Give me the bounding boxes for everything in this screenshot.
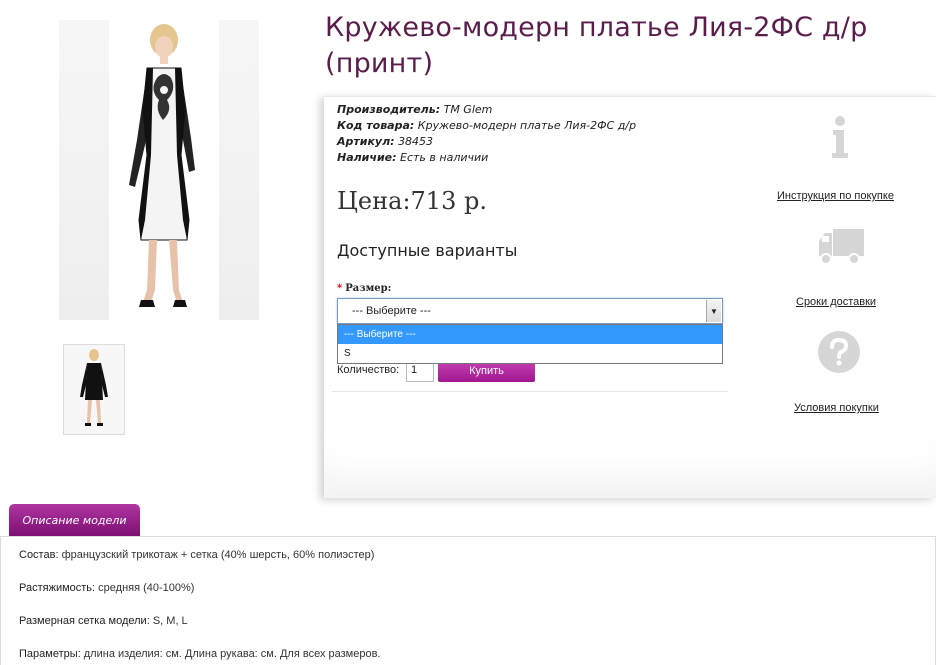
chevron-down-icon[interactable]: ▼ <box>706 300 721 322</box>
composition-value: французский трикотаж + сетка (40% шерсть… <box>61 549 375 561</box>
terms-link[interactable]: Условия покупки <box>794 402 879 414</box>
article-value: 38453 <box>398 135 434 148</box>
page-title: Кружево-модерн платье Лия-2ФС д/р (принт… <box>325 12 868 79</box>
product-meta: Производитель: ТМ Glem Код товара: Круже… <box>337 102 636 166</box>
availability-label: Наличие: <box>337 151 397 164</box>
question-icon[interactable] <box>817 330 861 374</box>
product-info-panel: Производитель: ТМ Glem Код товара: Круже… <box>324 96 936 498</box>
product-main-image[interactable] <box>59 20 259 320</box>
availability-value: Есть в наличии <box>400 151 489 164</box>
manufacturer-label: Производитель: <box>337 103 441 116</box>
size-option-s[interactable]: S <box>338 344 722 363</box>
info-icon[interactable] <box>830 115 850 159</box>
variants-heading: Доступные варианты <box>337 241 518 260</box>
quantity-label: Количество: <box>337 364 400 376</box>
params-label: Параметры: <box>19 648 81 660</box>
params-value: длина изделия: см. Длина рукава: см. Для… <box>83 648 381 660</box>
code-value: Кружево-модерн платье Лия-2ФС д/р <box>417 119 637 132</box>
size-select-value: --- Выберите --- <box>352 305 431 317</box>
stretch-value: средняя (40-100%) <box>98 582 195 594</box>
required-mark: * <box>337 283 343 294</box>
manufacturer-value[interactable]: ТМ Glem <box>444 103 493 116</box>
composition-line: Состав: французский трикотаж + сетка (40… <box>19 549 374 561</box>
composition-label: Состав: <box>19 549 59 561</box>
truck-icon[interactable] <box>817 227 865 267</box>
divider <box>332 391 728 392</box>
stretch-label: Растяжимость: <box>19 582 96 594</box>
size-dropdown-list: --- Выберите --- S <box>337 324 723 364</box>
stretch-line: Растяжимость: средняя (40-100%) <box>19 582 194 594</box>
product-thumbnail[interactable] <box>63 344 125 435</box>
size-option-placeholder[interactable]: --- Выберите --- <box>338 325 722 344</box>
tab-description[interactable]: Описание модели <box>9 504 140 537</box>
size-label: * Размер: <box>337 283 391 294</box>
params-line: Параметры: длина изделия: см. Длина рука… <box>19 648 380 660</box>
instruction-link[interactable]: Инструкция по покупке <box>777 190 894 202</box>
article-label: Артикул: <box>337 135 395 148</box>
delivery-link[interactable]: Сроки доставки <box>796 296 876 308</box>
size-select[interactable]: --- Выберите --- ▼ <box>337 298 723 324</box>
sizes-line: Размерная сетка модели: S, M, L <box>19 615 188 627</box>
sizes-label: Размерная сетка модели: <box>19 615 150 627</box>
product-price: Цена:713 р. <box>337 187 487 215</box>
sizes-value: S, M, L <box>152 615 188 627</box>
description-panel: Состав: французский трикотаж + сетка (40… <box>0 536 936 665</box>
code-label: Код товара: <box>337 119 415 132</box>
size-label-text: Размер: <box>345 283 392 294</box>
